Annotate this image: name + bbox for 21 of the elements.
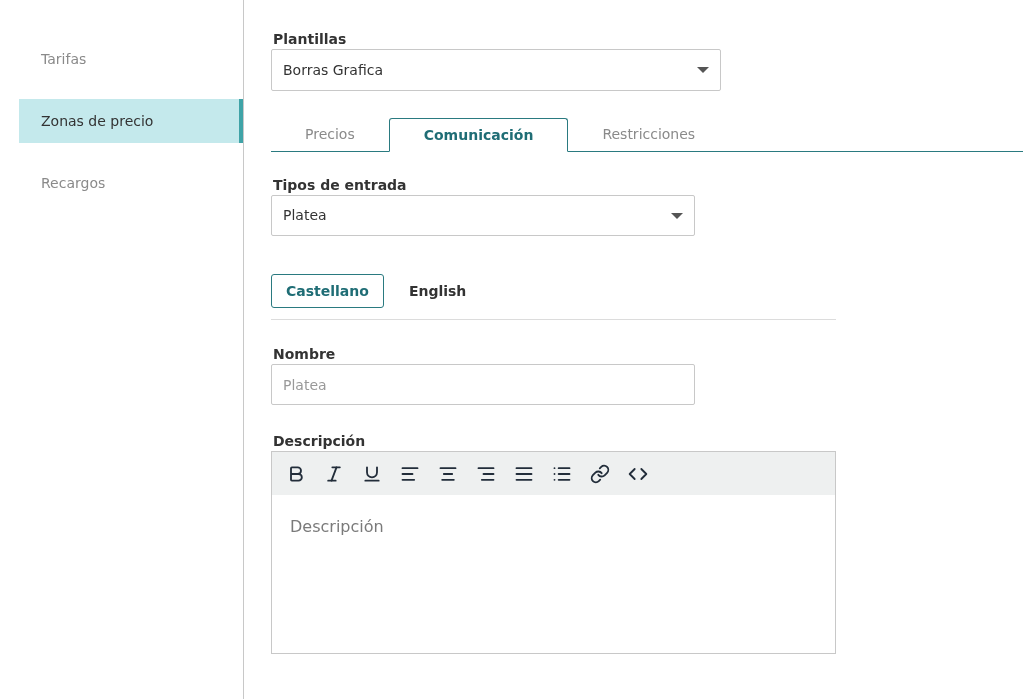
field-label: Plantillas (273, 30, 348, 48)
tab[interactable]: Comunicación (388, 118, 569, 152)
rich-text-editor[interactable]: Descripción (271, 451, 836, 654)
language-tab[interactable]: English (393, 274, 482, 308)
ticket-type-select[interactable]: Platea (271, 195, 695, 236)
description-input[interactable]: Descripción (272, 495, 835, 653)
sidebar-item[interactable]: Zonas de precio (19, 99, 243, 143)
caret-icon (697, 67, 709, 73)
language-tab[interactable]: Castellano (271, 274, 384, 308)
name-input[interactable]: Platea (271, 364, 695, 405)
link-icon[interactable] (590, 463, 610, 484)
sidebar-item[interactable]: Tarifas (19, 37, 243, 81)
italic-icon[interactable] (324, 463, 344, 484)
template-select[interactable]: Borras Grafica (271, 49, 721, 91)
tab[interactable]: Precios (271, 118, 389, 151)
caret-icon (671, 212, 683, 219)
field-label: Descripción (273, 432, 367, 450)
sidebar-item[interactable]: Recargos (19, 161, 243, 205)
tab[interactable]: Restricciones (568, 118, 730, 151)
field-label: Tipos de entrada (273, 176, 408, 194)
field-label: Nombre (273, 345, 337, 363)
